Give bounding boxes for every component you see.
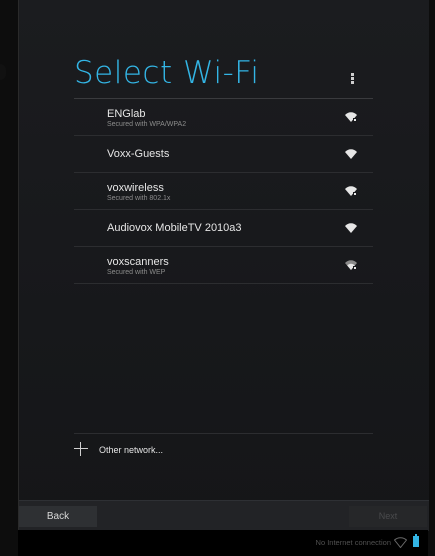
wifi-open-icon [345,149,357,159]
device-edge [0,64,6,80]
device-frame: Select Wi-Fi ENGlab Secured with WPA/WPA… [0,0,435,556]
back-button[interactable]: Back [19,506,97,527]
network-name: Audiovox MobileTV 2010a3 [107,222,242,234]
network-row[interactable]: ENGlab Secured with WPA/WPA2 [74,99,373,136]
network-name: voxscanners [107,256,169,268]
network-security: Secured with 802.1x [107,195,171,202]
network-row[interactable]: Audiovox MobileTV 2010a3 [74,210,373,247]
other-network-label: Other network... [99,445,164,455]
network-security: Secured with WEP [107,269,166,276]
network-list: ENGlab Secured with WPA/WPA2 Voxx-Guests… [74,99,373,284]
status-bar: No Internet connection [18,530,428,556]
battery-icon [413,534,419,547]
other-network-divider [74,433,373,434]
network-name: Voxx-Guests [107,148,170,160]
network-row[interactable]: voxwireless Secured with 802.1x [74,173,373,210]
connection-status-text: No Internet connection [315,538,391,547]
network-row[interactable]: Voxx-Guests [74,136,373,173]
setup-screen: Select Wi-Fi ENGlab Secured with WPA/WPA… [18,0,429,531]
other-network-button[interactable]: Other network... [74,440,373,466]
wifi-open-icon [345,223,357,233]
network-row[interactable]: voxscanners Secured with WEP [74,247,373,284]
network-security: Secured with WPA/WPA2 [107,121,187,128]
wifi-secured-icon [345,186,357,196]
overflow-menu-icon[interactable] [351,73,355,85]
network-name: ENGlab [107,108,146,120]
network-name: voxwireless [107,182,164,194]
wifi-disconnected-icon [394,537,407,548]
next-button[interactable]: Next [349,506,427,527]
navigation-bar: Back Next [19,500,429,531]
page-title: Select Wi-Fi [74,55,260,91]
plus-icon [74,442,88,456]
wifi-secured-weak-icon [345,260,357,270]
wifi-secured-icon [345,112,357,122]
